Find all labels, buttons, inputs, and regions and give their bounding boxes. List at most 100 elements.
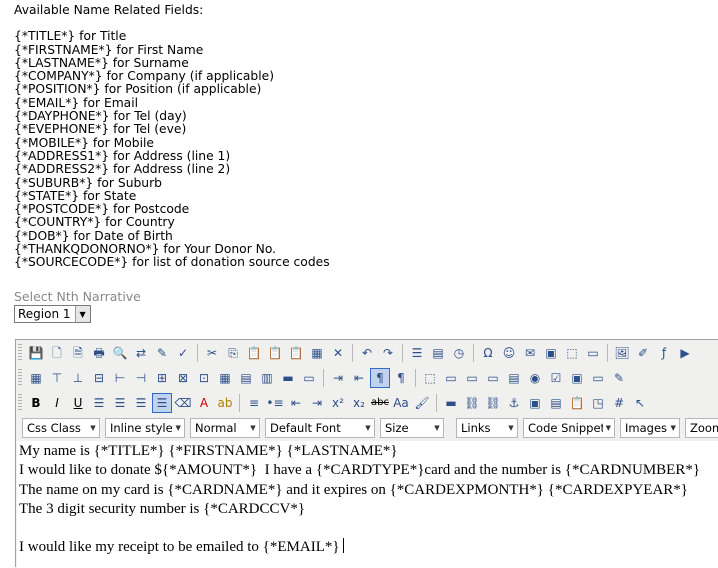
outdent-icon[interactable]: ⇤ [286,393,306,413]
align-center-icon[interactable]: ☰ [110,393,130,413]
row-props-icon[interactable]: ▤ [236,368,256,388]
form-icon[interactable]: ⬚ [420,368,440,388]
editor-content-area[interactable]: My name is {*TITLE*} {*FIRSTNAME*} {*LAS… [17,441,718,568]
cell-props-icon[interactable]: ▥ [257,368,277,388]
merge-cells-icon[interactable]: ⊡ [194,368,214,388]
format-painter-icon[interactable]: 🖌 [412,393,432,413]
textarea-icon[interactable]: ▭ [462,368,482,388]
image-manager-icon[interactable]: 🖼 [612,343,632,363]
layer-icon[interactable]: ⬚ [562,343,582,363]
insert-date-icon[interactable]: ▤ [428,343,448,363]
textfield-icon[interactable]: ▭ [441,368,461,388]
template-icon[interactable]: ▤ [546,393,566,413]
visual-aid-icon[interactable]: ¶ [391,368,411,388]
insert-col-before-icon[interactable]: ⊢ [110,368,130,388]
bold-button[interactable]: B [26,393,46,413]
align-right-icon[interactable]: ☰ [131,393,151,413]
paste-text-icon[interactable]: 📋 [265,343,285,363]
password-icon[interactable]: ▭ [483,368,503,388]
save-icon[interactable]: 💾 [26,343,46,363]
insert-col-after-icon[interactable]: ⊣ [131,368,151,388]
font-family-dropdown[interactable]: Default Font ▼ [265,418,375,438]
td-icon[interactable]: ▭ [299,368,319,388]
hr-table-icon[interactable]: ▬ [278,368,298,388]
horizontal-rule-icon[interactable]: ▬ [441,393,461,413]
insert-row-before-icon[interactable]: ⊤ [47,368,67,388]
delete-row-icon[interactable]: ⊟ [89,368,109,388]
cleanup-icon[interactable]: ✎ [152,343,172,363]
italic-button[interactable]: I [47,393,67,413]
table-icon[interactable]: ▦ [26,368,46,388]
inline-style-dropdown[interactable]: Inline style ▼ [105,418,185,438]
eraser-icon[interactable]: ⌫ [173,393,193,413]
link-icon[interactable]: ⛓ [462,393,482,413]
images-dropdown[interactable]: Images ▼ [620,418,680,438]
copy-icon[interactable]: ⎘ [223,343,243,363]
pen-icon[interactable]: ✎ [609,368,629,388]
underline-button[interactable]: U [68,393,88,413]
table-props-icon[interactable]: ▦ [215,368,235,388]
emoticon-icon[interactable]: ☺ [499,343,519,363]
play-icon[interactable]: ▶ [675,343,695,363]
case-icon[interactable]: Aa [391,393,411,413]
justify-icon[interactable]: ☰ [152,393,172,413]
new-document-icon[interactable]: 🗋 [47,343,67,363]
paragraph-format-dropdown[interactable]: Normal ▼ [190,418,260,438]
special-char-icon[interactable]: Ω [478,343,498,363]
edit-image-icon[interactable]: ✐ [633,343,653,363]
font-color-icon[interactable]: A [194,393,214,413]
links-dropdown[interactable]: Links ▼ [456,418,518,438]
code-snippet-dropdown[interactable]: Code Snippet ▼ [523,418,615,438]
rtl-icon[interactable]: ⇤ [349,368,369,388]
redo-icon[interactable]: ↷ [378,343,398,363]
show-blocks-icon[interactable]: ¶ [370,368,390,388]
toolbar-grip[interactable] [18,394,22,412]
css-class-dropdown[interactable]: Css Class ▼ [22,418,100,438]
paste-word-icon[interactable]: 📋 [286,343,306,363]
anchor-icon[interactable]: ⚓ [504,393,524,413]
toolbar-grip[interactable] [18,344,22,362]
radio-icon[interactable]: ◉ [525,368,545,388]
image-map-icon[interactable]: ◳ [588,393,608,413]
select-all-icon[interactable]: ▦ [307,343,327,363]
unordered-list-icon[interactable]: •≡ [265,393,285,413]
select-pointer-icon[interactable]: ↖ [630,393,650,413]
delete-col-icon[interactable]: ⊞ [152,368,172,388]
subscript-button[interactable]: x₂ [349,393,369,413]
grid-icon[interactable]: # [609,393,629,413]
button-icon[interactable]: ▭ [588,368,608,388]
superscript-button[interactable]: x² [328,393,348,413]
image-button-icon[interactable]: ▣ [567,368,587,388]
undo-icon[interactable]: ↶ [357,343,377,363]
print-icon[interactable]: 🖶 [89,343,109,363]
media-icon[interactable]: ✉ [520,343,540,363]
style-icon[interactable]: ▭ [583,343,603,363]
page-break-icon[interactable]: ☰ [407,343,427,363]
ordered-list-icon[interactable]: ≡ [244,393,264,413]
flash-icon[interactable]: ƒ [654,343,674,363]
highlight-icon[interactable]: ab [215,393,235,413]
insert-row-after-icon[interactable]: ⊥ [68,368,88,388]
templates-icon[interactable]: 🗎 [68,343,88,363]
cut-icon[interactable]: ✂ [202,343,222,363]
checkbox-icon[interactable]: ☑ [546,368,566,388]
font-size-dropdown[interactable]: Size ▼ [380,418,444,438]
spellcheck-icon[interactable]: ✓ [173,343,193,363]
indent-icon[interactable]: ⇥ [307,393,327,413]
unlink-icon[interactable]: ⛓ [483,393,503,413]
narrative-select[interactable]: Region 1 ▼ [14,305,91,323]
clipboard-icon[interactable]: 📋 [567,393,587,413]
split-cells-icon[interactable]: ⊠ [173,368,193,388]
insert-image-icon[interactable]: ▣ [525,393,545,413]
chevron-down-icon[interactable]: ▼ [74,306,90,322]
paste-icon[interactable]: 📋 [244,343,264,363]
find-replace-icon[interactable]: ⇄ [131,343,151,363]
find-icon[interactable]: 🔍 [110,343,130,363]
insert-time-icon[interactable]: ◷ [449,343,469,363]
anchor-box-icon[interactable]: ▣ [541,343,561,363]
toolbar-grip[interactable] [18,369,22,387]
ltr-icon[interactable]: ⇥ [328,368,348,388]
delete-icon[interactable]: ✕ [328,343,348,363]
strikethrough-icon[interactable]: abc [370,393,390,413]
zoom-dropdown[interactable]: Zoom▼ [685,418,718,438]
